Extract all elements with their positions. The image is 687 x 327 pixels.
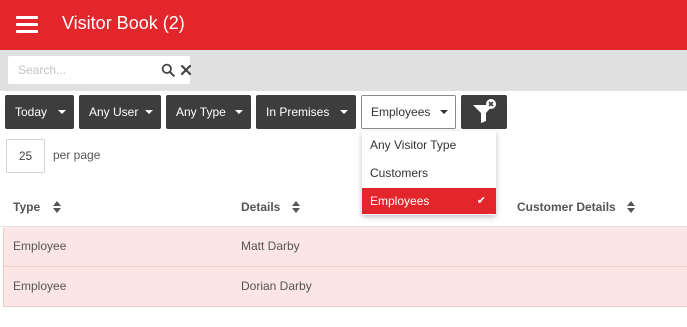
sort-icon[interactable] [627,201,635,213]
dropdown-item-employees-label: Employees [370,194,430,208]
type-filter-button[interactable]: Any Type [166,95,251,129]
menu-icon[interactable] [16,15,38,35]
page-title: Visitor Book (2) [62,13,185,33]
caret-down-icon [440,110,448,114]
column-header-type[interactable]: Type [13,200,40,214]
check-icon: ✔ [476,195,486,207]
cell-type: Employee [13,239,67,253]
search-icon[interactable] [161,63,175,77]
search-box [8,56,192,84]
caret-down-icon [145,110,153,114]
user-filter-button[interactable]: Any User [79,95,161,129]
search-bar [0,50,687,91]
cell-type: Employee [13,279,67,293]
visitor-type-select[interactable]: Employees [361,95,456,129]
clear-filters-button[interactable] [461,95,507,129]
location-filter-button[interactable]: In Premises [256,95,356,129]
table-row[interactable]: Employee Dorian Darby [4,267,687,306]
location-filter-label: In Premises [266,105,330,119]
type-filter-label: Any Type [176,105,226,119]
table-row[interactable]: Employee Matt Darby [4,227,687,266]
close-icon[interactable] [180,63,192,77]
cell-details: Dorian Darby [241,279,312,293]
caret-down-icon [340,110,348,114]
visitor-type-select-label: Employees [371,105,431,119]
cell-details: Matt Darby [241,239,300,253]
dropdown-item-customers[interactable]: Customers [362,160,496,186]
user-filter-label: Any User [89,105,139,119]
column-header-customer-details[interactable]: Customer Details [517,200,616,214]
date-filter-button[interactable]: Today [5,95,74,129]
date-filter-label: Today [15,105,48,119]
per-page-input[interactable]: 25 [6,139,45,173]
sort-icon[interactable] [292,201,300,213]
visitor-type-dropdown: Any Visitor Type Customers Employees ✔ [362,131,496,215]
caret-down-icon [235,110,243,114]
search-input[interactable] [8,56,148,84]
filter-clear-icon [473,99,496,123]
caret-down-icon [58,110,66,114]
app-header: Visitor Book (2) [0,0,687,50]
column-header-details[interactable]: Details [241,200,280,214]
per-page-label: per page [53,148,101,162]
dropdown-item-any-visitor-type[interactable]: Any Visitor Type [362,132,496,158]
dropdown-item-employees[interactable]: Employees ✔ [362,188,496,214]
row-divider [4,306,687,307]
sort-icon[interactable] [53,201,61,213]
